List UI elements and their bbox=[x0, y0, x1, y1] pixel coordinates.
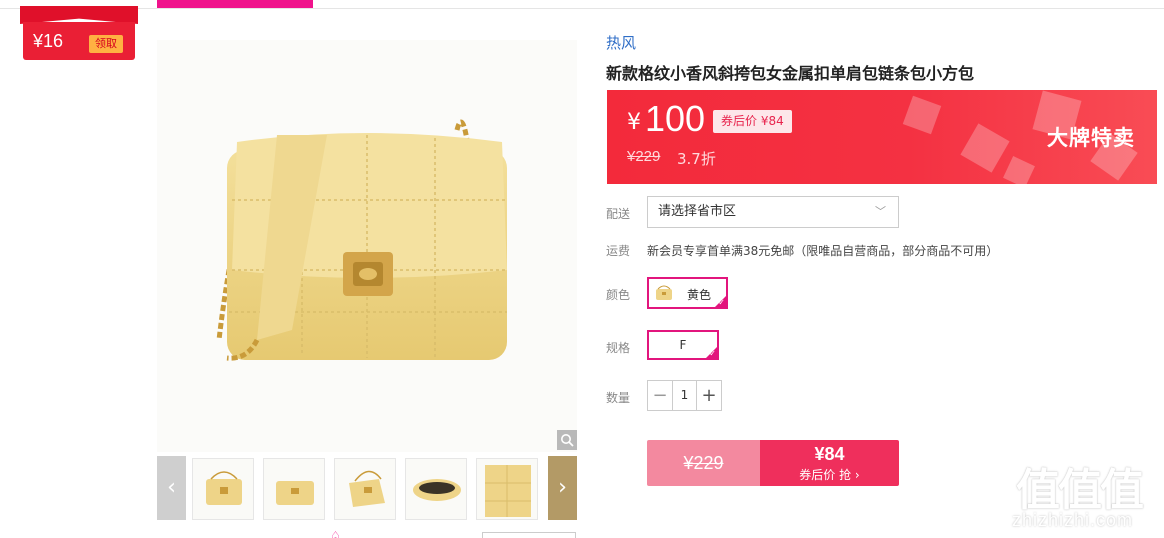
quantity-input[interactable]: 1 bbox=[672, 381, 697, 410]
size-label: 规格 bbox=[606, 341, 631, 355]
color-option-label: 黄色 bbox=[687, 288, 712, 302]
check-icon: ✓ bbox=[718, 298, 725, 307]
share-dropdown[interactable] bbox=[482, 532, 576, 538]
site-watermark: 值值值 zhizhizhi.com bbox=[1012, 450, 1162, 538]
quantity-stepper[interactable]: − 1 + bbox=[647, 380, 722, 411]
color-label: 颜色 bbox=[606, 288, 631, 302]
region-select[interactable]: 请选择省市区 ﹀ bbox=[647, 196, 899, 228]
shipping-info: 新会员专享首单满38元免邮（限唯品自营商品，部分商品不可用） bbox=[647, 244, 999, 258]
discount-rate: 3.7折 bbox=[677, 150, 716, 168]
current-price: 100 bbox=[645, 98, 706, 139]
product-main-image[interactable] bbox=[157, 40, 577, 452]
check-icon: ✓ bbox=[709, 349, 716, 358]
buy-now-button[interactable]: ¥84 券后价 抢 › bbox=[760, 440, 899, 486]
top-divider bbox=[0, 8, 1164, 9]
color-swatch bbox=[656, 285, 672, 300]
color-option-yellow[interactable]: 黄色 ✓ bbox=[647, 277, 728, 309]
watermark-url: zhizhizhi.com bbox=[1012, 510, 1134, 530]
quantity-minus-button[interactable]: − bbox=[648, 381, 672, 410]
favorite-icon[interactable]: ♤ bbox=[330, 529, 341, 538]
original-price: ¥229 bbox=[627, 148, 661, 165]
quantity-plus-button[interactable]: + bbox=[697, 381, 721, 410]
quantity-label: 数量 bbox=[606, 391, 631, 405]
coupon-get-button[interactable]: 领取 bbox=[89, 35, 123, 53]
buy-original-price: ¥229 bbox=[647, 440, 760, 486]
coupon-amount: ¥16 bbox=[33, 31, 64, 51]
region-select-value: 请选择省市区 bbox=[658, 204, 737, 219]
coupon-badge[interactable]: ¥16 领取 bbox=[20, 0, 138, 60]
thumbnail[interactable] bbox=[476, 458, 538, 520]
active-tab-indicator bbox=[157, 0, 313, 8]
thumbnail-next-button[interactable]: › bbox=[548, 456, 577, 520]
delivery-label: 配送 bbox=[606, 207, 631, 221]
watermark-logo: 值值值 bbox=[1016, 465, 1144, 516]
price-banner: ¥ 100 券后价 ¥84 ¥229 3.7折 大牌特卖 bbox=[607, 90, 1157, 184]
shipping-label: 运费 bbox=[606, 244, 631, 258]
zoom-icon[interactable] bbox=[557, 430, 577, 450]
thumbnail[interactable] bbox=[334, 458, 396, 520]
price-currency: ¥ bbox=[627, 110, 641, 135]
thumbnail[interactable] bbox=[192, 458, 254, 520]
buy-action-label: 券后价 抢 › bbox=[799, 468, 860, 482]
thumbnail[interactable] bbox=[263, 458, 325, 520]
size-option-f[interactable]: F ✓ bbox=[647, 330, 719, 360]
brand-tag[interactable]: 热风 bbox=[606, 32, 636, 53]
buy-button-group[interactable]: ¥229 ¥84 券后价 抢 › bbox=[647, 440, 899, 486]
buy-price: ¥84 bbox=[814, 444, 845, 464]
brand-sale-label: 大牌特卖 bbox=[1047, 126, 1135, 150]
thumbnail-prev-button[interactable]: ‹ bbox=[157, 456, 186, 520]
after-coupon-price: 券后价 ¥84 bbox=[713, 110, 792, 133]
product-title: 新款格纹小香风斜挎包女金属扣单肩包链条包小方包 bbox=[606, 64, 975, 83]
thumbnail[interactable] bbox=[405, 458, 467, 520]
chevron-down-icon: ﹀ bbox=[875, 205, 886, 218]
